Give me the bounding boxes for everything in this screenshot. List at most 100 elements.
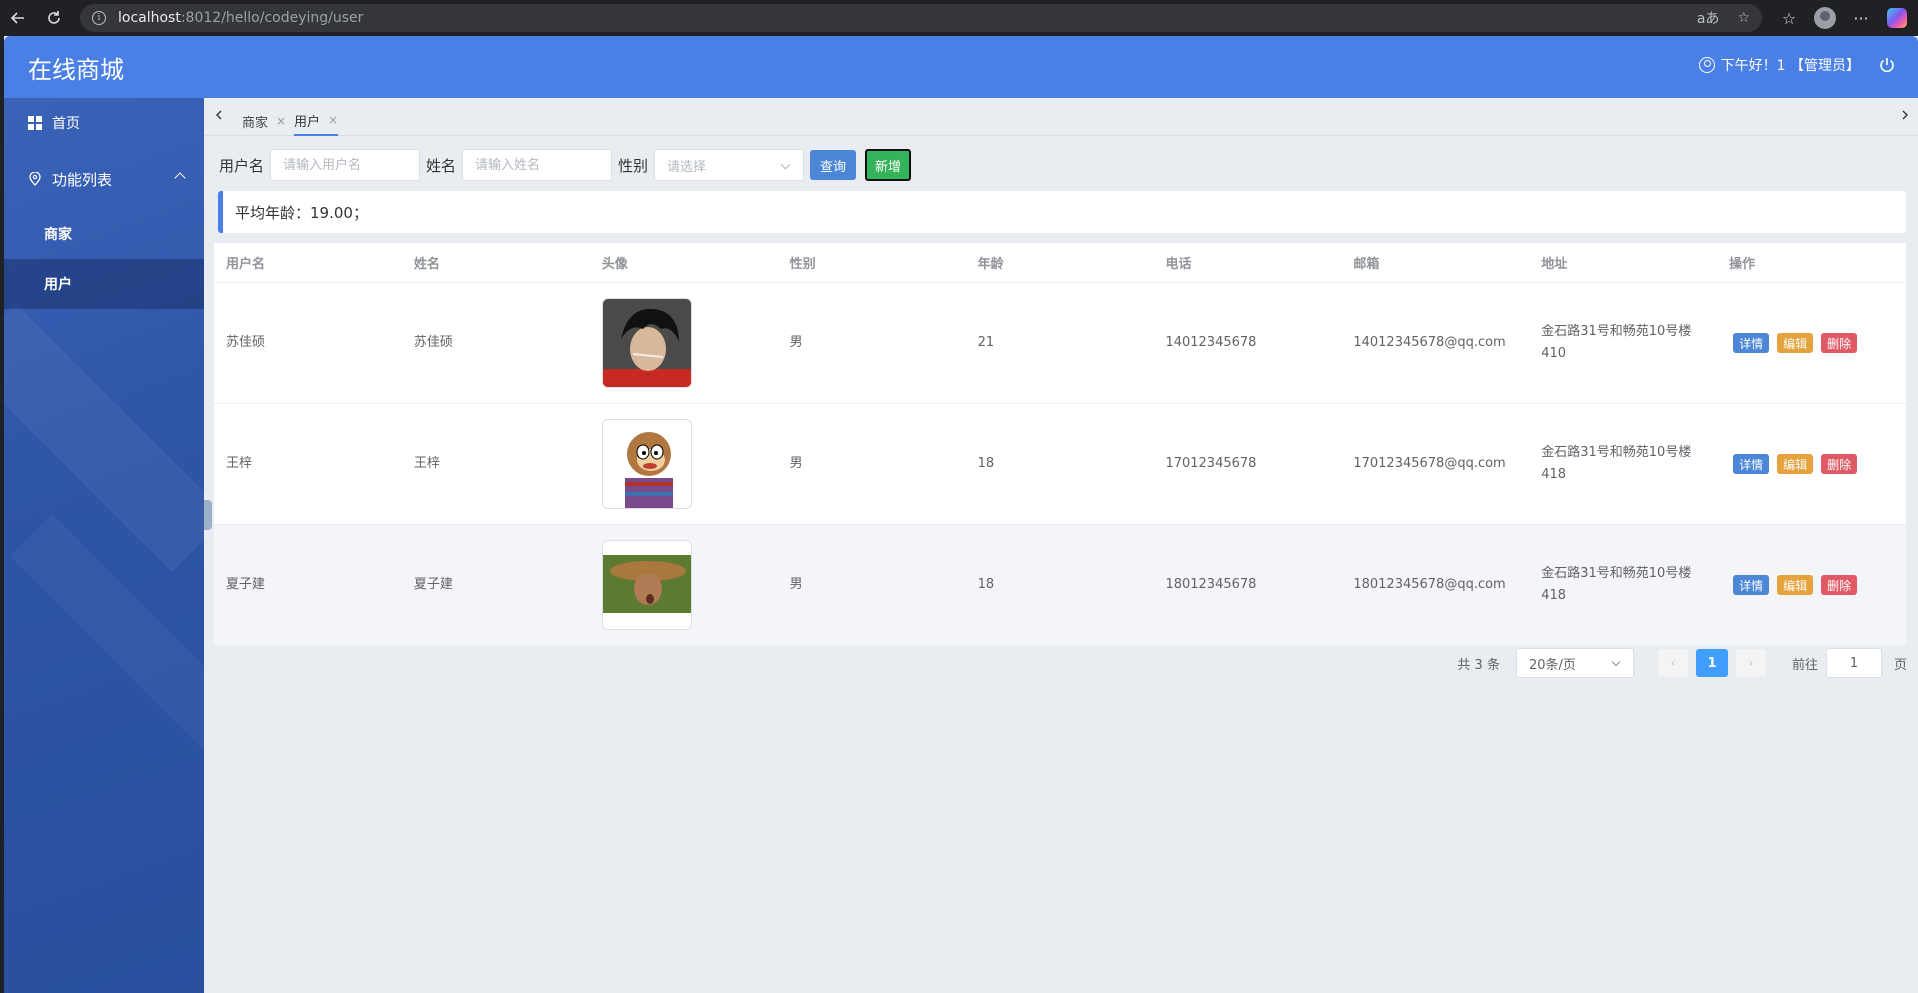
detail-button[interactable]: 详情 [1733,575,1770,595]
chevron-down-icon [780,159,791,170]
pagination-total: 共 3 条 [1457,657,1500,673]
goto-page-input[interactable] [1825,648,1882,678]
close-icon[interactable]: × [276,114,286,128]
profile-icon[interactable] [1812,5,1838,31]
cell-email: 14012345678@qq.com [1353,335,1506,350]
user-menu[interactable]: 下午好！1 【管理员】 [1698,55,1860,75]
col-name: 姓名 [413,257,440,272]
back-icon[interactable] [0,0,36,36]
detail-button[interactable]: 详情 [1733,454,1770,474]
cell-age: 21 [977,335,995,350]
reload-icon[interactable] [36,0,72,36]
name-input[interactable] [462,149,613,181]
col-actions: 操作 [1729,257,1756,272]
query-button[interactable]: 查询 [810,150,857,180]
cell-name: 王梓 [413,456,440,471]
cell-username: 王梓 [226,456,253,471]
table-row: 夏子建 夏子建 男 18 18012345678 18012345678@qq.… [214,525,1906,646]
cell-address: 金石路31号和畅苑10号楼 418 [1529,563,1717,607]
col-username: 用户名 [226,257,266,272]
chevron-up-icon [174,172,186,184]
app-logo: 在线商城 [28,56,124,84]
cell-email: 17012345678@qq.com [1353,456,1506,471]
table-row: 王梓 王梓 男 18 17012345678 17012345678@qq.co… [214,404,1906,525]
avatar [601,298,692,388]
col-age: 年龄 [977,257,1004,272]
cell-gender: 男 [789,335,803,350]
star-icon[interactable]: ☆ [1737,10,1750,26]
address-line: 金石路31号和畅苑10号楼 [1541,445,1692,460]
col-address: 地址 [1541,257,1568,272]
detail-button[interactable]: 详情 [1733,333,1770,353]
sidebar-collapse-handle[interactable] [204,500,212,530]
cell-name: 苏佳硕 [413,335,453,350]
page-suffix: 页 [1893,657,1907,673]
add-button[interactable]: 新增 [865,149,912,181]
cell-age: 18 [977,456,995,471]
tab-user[interactable]: 用户 × [294,106,339,136]
gender-select-placeholder: 请选择 [667,159,707,175]
tab-merchant[interactable]: 商家 × [242,106,286,136]
sidebar-item-function-list[interactable]: 功能列表 [4,154,204,204]
col-email: 邮箱 [1353,257,1380,272]
copilot-icon[interactable] [1884,5,1910,31]
pagination: 共 3 条 20条/页 ‹ 1 › 前往 页 [1457,647,1907,679]
gender-label: 性别 [618,156,649,175]
delete-button[interactable]: 删除 [1821,333,1858,353]
page-size-select[interactable]: 20条/页 [1515,648,1634,678]
tab-scroll-left-icon[interactable] [212,108,226,122]
cell-gender: 男 [789,577,803,592]
delete-button[interactable]: 删除 [1821,454,1858,474]
next-page-button[interactable]: › [1735,649,1766,677]
app-header: 在线商城 下午好！1 【管理员】 [4,36,1918,98]
sidebar-item-merchant[interactable]: 商家 [4,209,204,259]
edit-button[interactable]: 编辑 [1777,454,1814,474]
address-bar[interactable]: i localhost:8012/hello/codeying/user aあ … [80,4,1762,32]
more-menu-icon[interactable]: ··· [1848,5,1874,31]
col-phone: 电话 [1165,257,1192,272]
sidebar-item-label: 用户 [44,277,72,293]
tab-label: 用户 [294,114,321,130]
col-avatar: 头像 [601,257,628,272]
close-icon[interactable]: × [328,113,338,127]
sidebar-item-label: 首页 [52,116,80,132]
average-age-text: 平均年龄：19.00； [235,203,368,222]
read-aloud-icon[interactable]: aあ [1697,8,1720,28]
cell-address: 金石路31号和畅苑10号楼 418 [1529,442,1717,486]
name-label: 姓名 [426,156,457,175]
search-bar: 用户名 姓名 性别 请选择 查询 新增 [219,148,912,182]
cell-name: 夏子建 [413,577,453,592]
cell-email: 18012345678@qq.com [1353,577,1506,592]
user-table: 用户名 姓名 头像 性别 年龄 电话 邮箱 地址 操作 苏佳硕 苏佳硕 男 21 [214,243,1906,646]
table-header: 用户名 姓名 头像 性别 年龄 电话 邮箱 地址 操作 [214,243,1906,283]
page-number[interactable]: 1 [1695,649,1728,677]
avatar [601,419,692,509]
address-line: 418 [1541,588,1567,603]
address-line: 410 [1541,346,1567,361]
site-info-icon[interactable]: i [92,11,106,25]
cell-phone: 18012345678 [1165,577,1257,592]
power-icon[interactable] [1878,56,1896,74]
edit-button[interactable]: 编辑 [1777,333,1814,353]
delete-button[interactable]: 删除 [1821,575,1858,595]
cell-gender: 男 [789,456,803,471]
url-host: localhost [118,10,181,26]
favorites-icon[interactable]: ☆ [1776,5,1802,31]
sidebar-item-user[interactable]: 用户 [4,259,204,309]
prev-page-button[interactable]: ‹ [1657,649,1688,677]
browser-toolbar: i localhost:8012/hello/codeying/user aあ … [0,0,1918,36]
col-gender: 性别 [789,257,816,272]
username-input[interactable] [270,149,421,181]
table-row: 苏佳硕 苏佳硕 男 21 14012345678 14012345678@qq.… [214,283,1906,404]
tab-scroll-right-icon[interactable] [1898,108,1912,122]
address-line: 金石路31号和畅苑10号楼 [1541,324,1692,339]
avatar [601,540,692,630]
url-text[interactable]: localhost:8012/hello/codeying/user [118,10,363,26]
cell-username: 夏子建 [226,577,266,592]
gender-select[interactable]: 请选择 [654,149,805,181]
sidebar-item-home[interactable]: 首页 [4,98,204,148]
address-line: 418 [1541,467,1567,482]
edit-button[interactable]: 编辑 [1777,575,1814,595]
cell-phone: 17012345678 [1165,456,1257,471]
cell-actions: 详情 编辑 删除 [1717,575,1906,595]
